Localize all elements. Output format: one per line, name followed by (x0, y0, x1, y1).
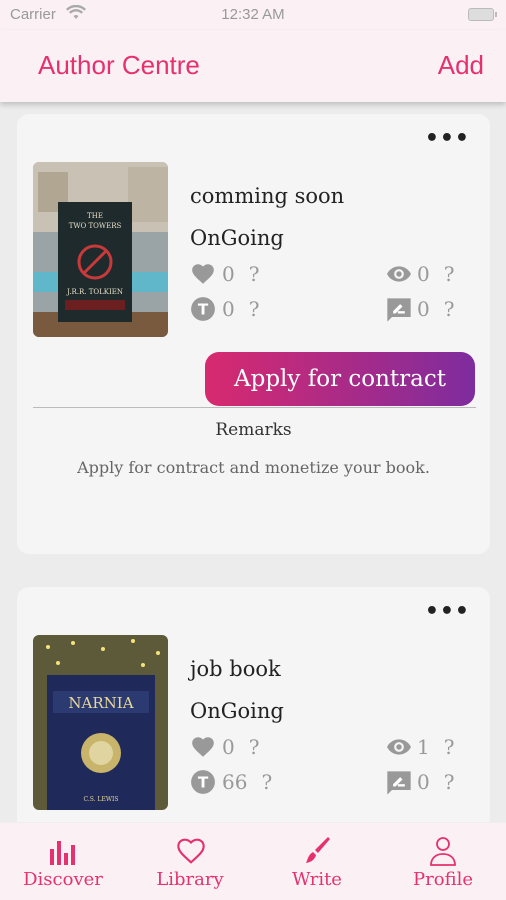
book-card[interactable]: ••• THE TWO TOWERS J.R.R. TOLKIEN commin… (17, 114, 490, 554)
heart-icon (190, 261, 216, 287)
views-count: 0 (417, 262, 430, 286)
svg-text:T: T (198, 773, 209, 791)
svg-text:THE: THE (87, 212, 103, 220)
book-list[interactable]: ••• THE TWO TOWERS J.R.R. TOLKIEN commin… (0, 102, 506, 822)
views-stat: 0 ? (385, 260, 454, 288)
svg-text:T: T (198, 300, 209, 318)
add-button[interactable]: Add (438, 50, 484, 81)
views-help[interactable]: ? (444, 735, 455, 759)
tab-bar: Discover Library Write Profile (0, 822, 506, 900)
comments-count: 0 (417, 770, 430, 794)
comments-help[interactable]: ? (444, 770, 455, 794)
heart-icon (175, 835, 205, 867)
eye-icon (385, 261, 411, 287)
more-options-icon[interactable]: ••• (425, 601, 470, 623)
book-title[interactable]: comming soon (190, 184, 344, 208)
ticket-t-icon: T (190, 296, 216, 322)
tab-label: Profile (413, 869, 473, 890)
likes-help[interactable]: ? (249, 262, 260, 286)
book-status: OnGoing (190, 226, 284, 250)
tab-write[interactable]: Write (254, 823, 380, 900)
svg-text:NARNIA: NARNIA (68, 694, 133, 712)
heart-icon (190, 734, 216, 760)
tickets-count: 66 (222, 770, 248, 794)
clock: 12:32 AM (221, 6, 285, 23)
more-options-icon[interactable]: ••• (425, 128, 470, 150)
eye-icon (385, 734, 411, 760)
battery-icon (468, 8, 497, 21)
comment-edit-icon (385, 769, 411, 795)
comments-stat: 0 ? (385, 768, 454, 796)
tickets-help[interactable]: ? (249, 297, 260, 321)
comments-help[interactable]: ? (444, 297, 455, 321)
person-icon (428, 835, 458, 867)
views-help[interactable]: ? (444, 262, 455, 286)
tab-label: Write (292, 869, 342, 890)
views-count: 1 (417, 735, 430, 759)
apply-for-contract-button[interactable]: Apply for contract (205, 352, 475, 406)
page-title: Author Centre (38, 50, 200, 80)
tickets-stat: T 0 ? (190, 295, 259, 323)
comments-count: 0 (417, 297, 430, 321)
comments-stat: 0 ? (385, 295, 454, 323)
svg-text:J.R.R. TOLKIEN: J.R.R. TOLKIEN (66, 288, 123, 296)
chart-bars-icon (48, 835, 78, 867)
status-bar: Carrier 12:32 AM (0, 0, 506, 30)
tickets-help[interactable]: ? (261, 770, 272, 794)
likes-count: 0 (222, 735, 235, 759)
svg-text:TWO TOWERS: TWO TOWERS (69, 222, 122, 230)
likes-help[interactable]: ? (249, 735, 260, 759)
likes-stat: 0 ? (190, 733, 259, 761)
svg-text:C.S. LEWIS: C.S. LEWIS (83, 796, 118, 803)
book-status: OnGoing (190, 699, 284, 723)
comment-edit-icon (385, 296, 411, 322)
book-title[interactable]: job book (190, 657, 281, 681)
likes-count: 0 (222, 262, 235, 286)
divider (33, 407, 476, 408)
book-card[interactable]: ••• NARNIA C.S. LEWIS job book OnGoing 0… (17, 587, 490, 822)
tickets-stat: T 66 ? (190, 768, 272, 796)
likes-stat: 0 ? (190, 260, 259, 288)
tickets-count: 0 (222, 297, 235, 321)
remarks-text: Apply for contract and monetize your boo… (77, 458, 430, 477)
ticket-t-icon: T (190, 769, 216, 795)
brush-icon (302, 835, 332, 867)
views-stat: 1 ? (385, 733, 454, 761)
remarks-label: Remarks (215, 420, 292, 440)
tab-label: Library (156, 869, 224, 890)
tab-profile[interactable]: Profile (380, 823, 506, 900)
tab-discover[interactable]: Discover (0, 823, 126, 900)
app-header: Author Centre Add (0, 30, 506, 102)
tab-label: Discover (23, 869, 103, 890)
tab-library[interactable]: Library (127, 823, 253, 900)
book-cover[interactable]: NARNIA C.S. LEWIS (33, 635, 168, 810)
book-cover[interactable]: THE TWO TOWERS J.R.R. TOLKIEN (33, 162, 168, 337)
